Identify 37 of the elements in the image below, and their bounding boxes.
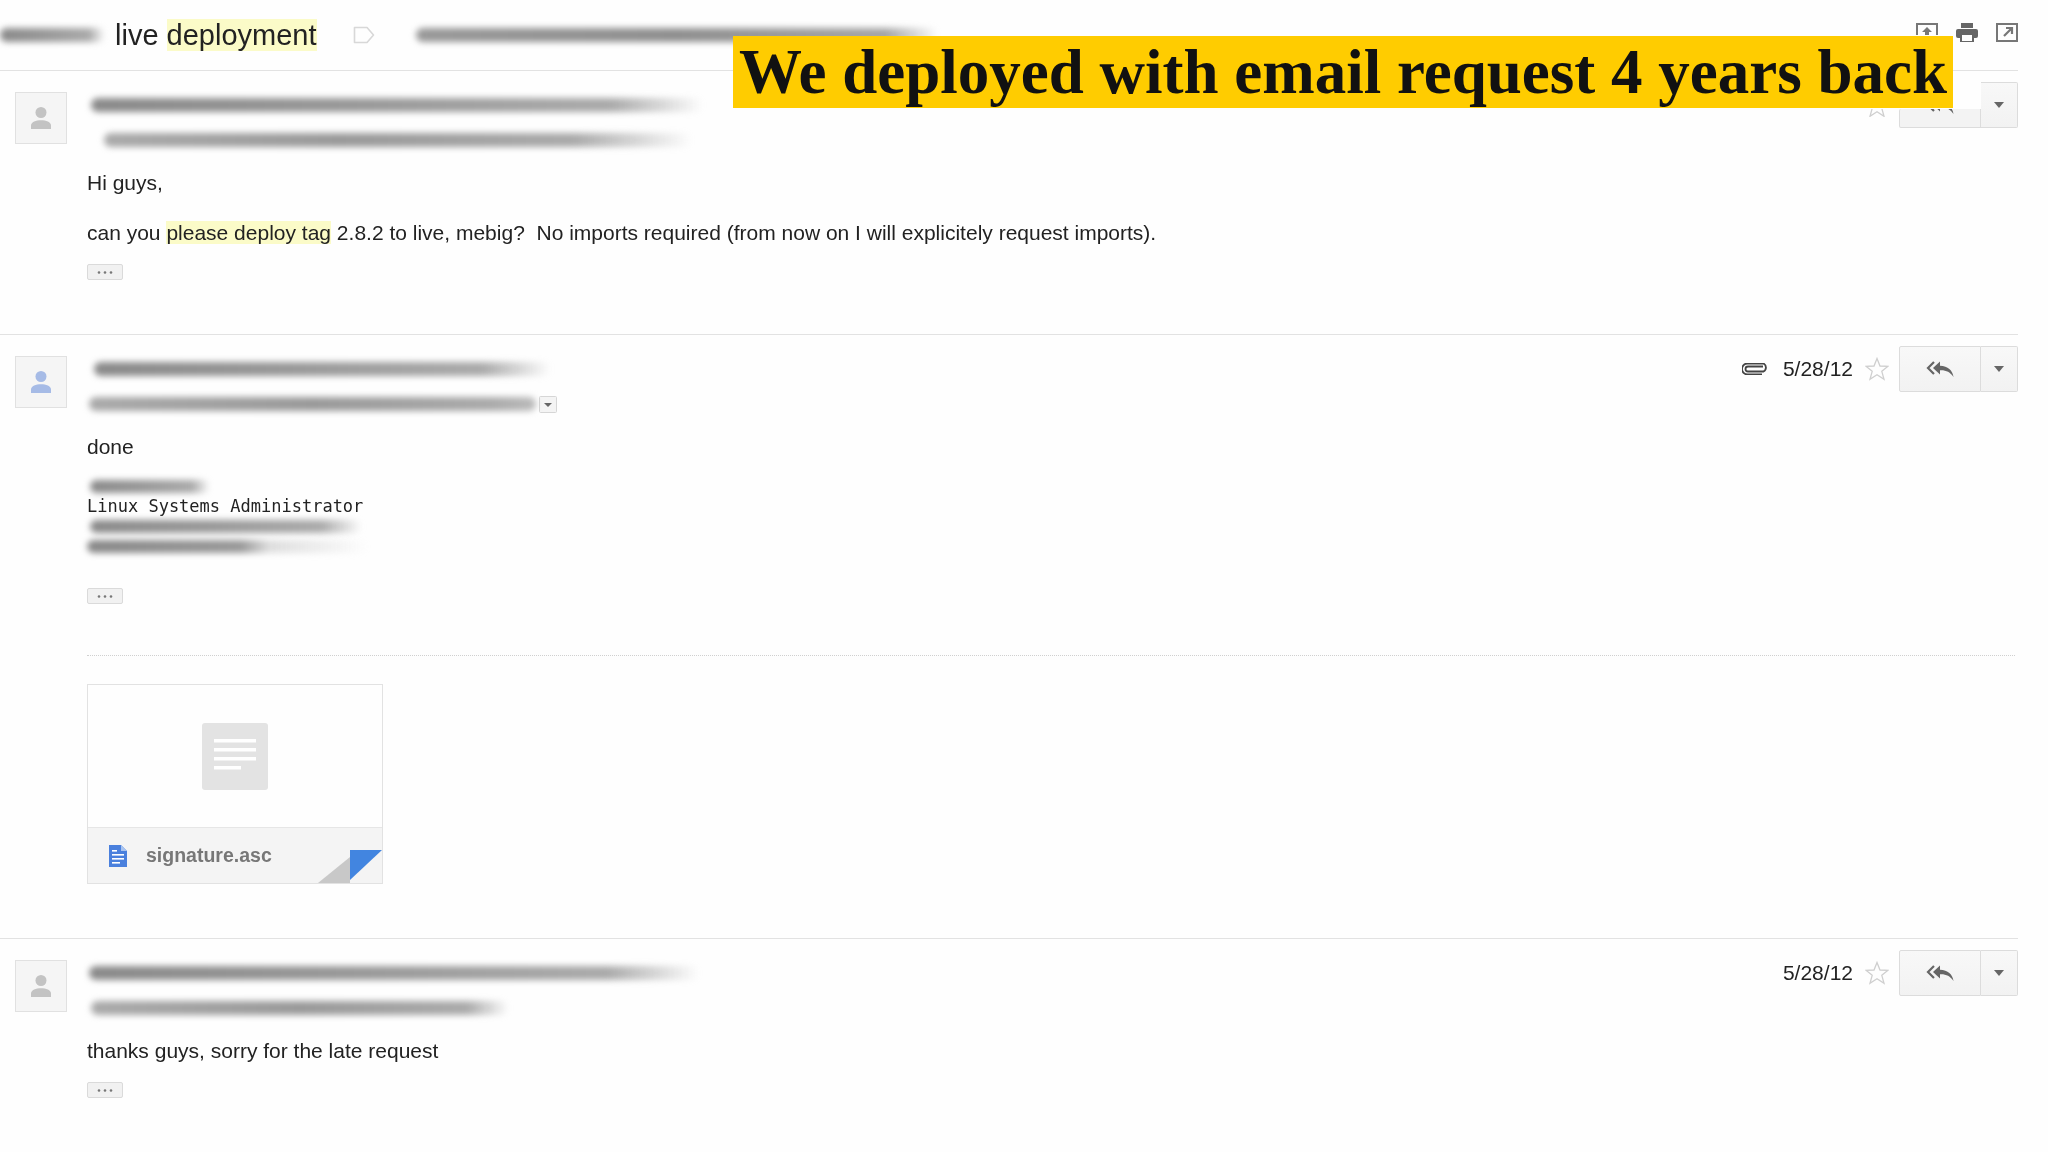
attachment-card[interactable]: signature.asc xyxy=(87,684,383,884)
more-options-button[interactable] xyxy=(1981,950,2018,996)
ellipsis-icon xyxy=(97,270,113,274)
external-window-icon[interactable] xyxy=(1996,23,2018,42)
caption-banner: We deployed with email request 4 years back xyxy=(733,36,1954,108)
message-date: 5/28/12 xyxy=(1782,357,1853,381)
star-icon[interactable] xyxy=(1865,357,1889,381)
message-text: thanks guys, sorry for the late request xyxy=(87,1039,439,1063)
reply-all-button[interactable] xyxy=(1899,346,1981,392)
caret-icon xyxy=(1994,366,2004,372)
show-trimmed-button[interactable] xyxy=(87,1082,123,1098)
message-text: can you please deploy tag 2.8.2 to live, mebig? No imports required (from now on I will explicitely request imports). xyxy=(87,221,1157,245)
more-options-button[interactable] xyxy=(1981,82,2018,128)
signature-text: Linux Systems Administrator xyxy=(87,496,364,516)
show-trimmed-button[interactable] xyxy=(87,264,123,280)
details-caret-icon[interactable] xyxy=(539,395,557,413)
reply-all-button[interactable] xyxy=(1899,950,1981,996)
ellipsis-icon xyxy=(97,594,113,598)
document-icon xyxy=(109,844,127,867)
ellipsis-icon xyxy=(97,1088,113,1092)
file-thumbnail-icon xyxy=(202,722,268,790)
message-text: Hi guys, xyxy=(87,171,163,195)
star-icon[interactable] xyxy=(1865,961,1889,985)
thread-subject: live deployment xyxy=(115,18,317,52)
message-date: 5/28/12 xyxy=(1782,961,1853,985)
reply-all-icon xyxy=(1926,360,1954,378)
folded-corner-icon xyxy=(318,850,382,883)
reply-all-icon xyxy=(1926,964,1954,982)
arrow-up-box-icon[interactable] xyxy=(1916,23,1938,35)
message-text: done xyxy=(87,435,134,459)
print-icon[interactable] xyxy=(1956,23,1978,42)
label-tag-icon[interactable] xyxy=(352,26,375,44)
caret-icon xyxy=(1994,970,2004,976)
caret-icon xyxy=(1994,102,2004,108)
show-trimmed-button[interactable] xyxy=(87,588,123,604)
more-options-button[interactable] xyxy=(1981,346,2018,392)
attachment-name: signature.asc xyxy=(146,844,272,867)
